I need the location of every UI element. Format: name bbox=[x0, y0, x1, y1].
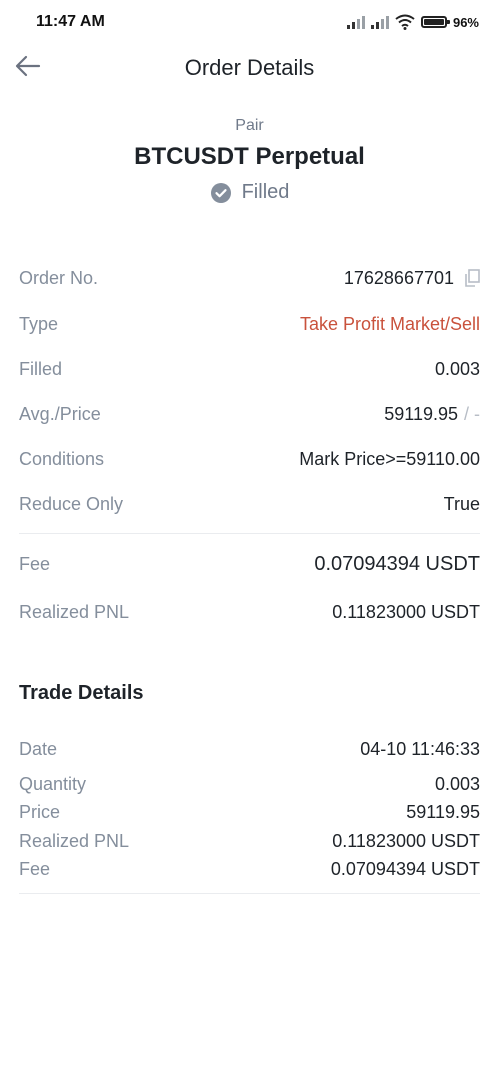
header: Order Details bbox=[0, 44, 499, 90]
trade-date-value: 04-10 11:46:33 bbox=[360, 738, 480, 759]
page-title: Order Details bbox=[184, 55, 315, 80]
signal-icon bbox=[346, 15, 365, 29]
filled-value: 0.003 bbox=[434, 358, 480, 379]
trade-realized-pnl-row: Realized PNL 0.11823000 USDT bbox=[19, 826, 480, 856]
reduce-only-row: Reduce Only True bbox=[19, 489, 480, 519]
conditions-value: Mark Price>=59110.00 bbox=[299, 448, 480, 469]
trade-date-label: Date bbox=[19, 738, 58, 759]
pair-name: BTCUSDT Perpetual bbox=[134, 143, 365, 170]
reduce-only-label: Reduce Only bbox=[19, 493, 124, 514]
fee-row: Fee 0.07094394 USDT bbox=[19, 549, 480, 579]
divider bbox=[19, 533, 480, 534]
trade-quantity-label: Quantity bbox=[19, 773, 87, 794]
status-label: Filled bbox=[241, 181, 290, 203]
trade-fee-label: Fee bbox=[19, 858, 51, 879]
conditions-row: Conditions Mark Price>=59110.00 bbox=[19, 444, 480, 474]
trade-divider bbox=[19, 893, 480, 894]
filled-label: Filled bbox=[19, 358, 63, 379]
avg-price-text: 59119.95 bbox=[384, 403, 458, 424]
avg-price-value: 59119.95 / - bbox=[384, 404, 480, 425]
trade-quantity-value: 0.003 bbox=[434, 773, 480, 794]
pair-label: Pair bbox=[235, 117, 264, 134]
conditions-label: Conditions bbox=[19, 448, 105, 469]
avg-price-row: Avg./Price 59119.95 / - bbox=[19, 399, 480, 429]
status-icons: 96% bbox=[346, 12, 479, 32]
order-no-value: 17628667701 bbox=[344, 268, 480, 289]
trade-quantity-row: Quantity 0.003 bbox=[19, 769, 480, 799]
avg-price-label: Avg./Price bbox=[19, 403, 101, 424]
realized-pnl-label: Realized PNL bbox=[19, 601, 130, 622]
order-status: Filled bbox=[0, 181, 499, 204]
pair-summary: Pair BTCUSDT Perpetual Filled bbox=[0, 117, 499, 204]
battery-percent: 96% bbox=[452, 14, 479, 30]
filled-row: Filled 0.003 bbox=[19, 354, 480, 384]
order-no-label: Order No. bbox=[19, 267, 99, 288]
fee-value: 0.07094394 USDT bbox=[314, 552, 480, 575]
fee-label: Fee bbox=[19, 553, 51, 574]
trade-date-row: Date 04-10 11:46:33 bbox=[19, 734, 480, 764]
avg-price-suffix: / - bbox=[464, 403, 480, 424]
copy-icon[interactable] bbox=[464, 269, 480, 287]
realized-pnl-row: Realized PNL 0.11823000 USDT bbox=[19, 597, 480, 627]
trade-details-title: Trade Details bbox=[19, 682, 144, 704]
trade-realized-pnl-value: 0.11823000 USDT bbox=[332, 830, 480, 851]
check-circle-icon bbox=[210, 182, 231, 203]
order-no-text: 17628667701 bbox=[343, 267, 454, 288]
trade-fee-value: 0.07094394 USDT bbox=[330, 858, 480, 879]
signal-2-icon bbox=[370, 15, 389, 29]
trade-price-value: 59119.95 bbox=[406, 801, 480, 822]
trade-price-row: Price 59119.95 bbox=[19, 797, 480, 827]
trade-realized-pnl-label: Realized PNL bbox=[19, 830, 130, 851]
realized-pnl-value: 0.11823000 USDT bbox=[332, 601, 480, 622]
trade-fee-row: Fee 0.07094394 USDT bbox=[19, 854, 480, 884]
type-row: Type Take Profit Market/Sell bbox=[19, 309, 480, 339]
status-time: 11:47 AM bbox=[36, 13, 105, 30]
status-bar: 11:47 AM 96% bbox=[0, 0, 499, 44]
type-value: Take Profit Market/Sell bbox=[299, 313, 480, 334]
battery-icon bbox=[420, 16, 450, 28]
type-label: Type bbox=[19, 313, 59, 334]
reduce-only-value: True bbox=[443, 493, 480, 514]
trade-price-label: Price bbox=[19, 801, 61, 822]
order-no-row: Order No. 17628667701 bbox=[19, 263, 480, 293]
wifi-icon bbox=[395, 14, 415, 30]
